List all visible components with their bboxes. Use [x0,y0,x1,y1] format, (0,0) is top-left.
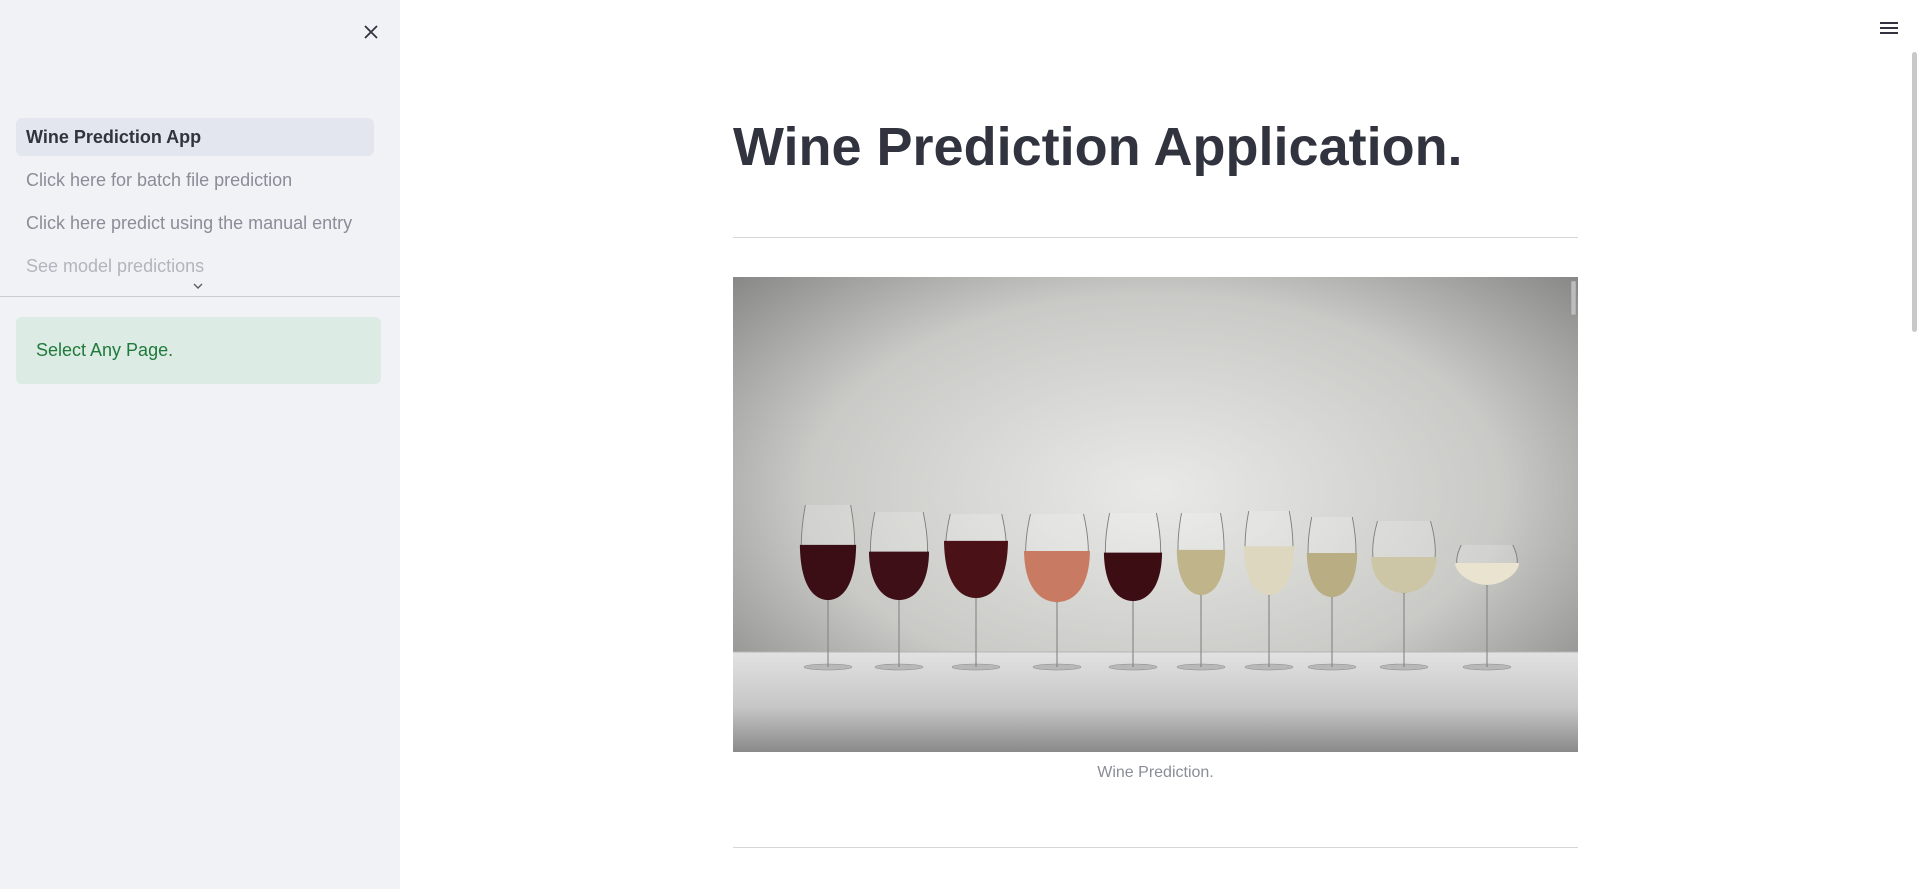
nav-item-wine-prediction-app[interactable]: Wine Prediction App [16,118,374,156]
nav-item-label: Click here for batch file prediction [26,170,293,190]
page-title: Wine Prediction Application. [733,117,1463,177]
divider [733,237,1578,238]
wine-glasses-image [733,277,1578,752]
nav-item-label: Wine Prediction App [26,127,202,147]
hamburger-menu-icon [1880,22,1898,34]
chevron-down-icon [193,283,203,289]
main-menu-button[interactable] [1875,16,1903,40]
success-alert: Select Any Page. [16,317,381,384]
scrollbar[interactable] [1912,52,1917,332]
image-caption: Wine Prediction. [1097,764,1214,781]
divider [733,847,1578,848]
sidebar-divider [0,296,400,297]
sidebar: Wine Prediction App Click here for batch… [0,0,400,889]
nav-item-label: Click here predict using the manual entr… [26,213,353,233]
nav-item-batch-file-prediction[interactable]: Click here for batch file prediction [16,161,374,199]
close-icon [364,25,378,39]
nav-item-manual-entry[interactable]: Click here predict using the manual entr… [16,204,374,242]
alert-text: Select Any Page. [36,340,174,360]
nav-expand-button[interactable] [190,280,206,292]
sidebar-nav: Wine Prediction App Click here for batch… [16,118,374,290]
main-content: Wine Prediction Application. Wine Predic… [400,0,1917,889]
close-sidebar-button[interactable] [355,16,387,48]
nav-item-label: See model predictions [26,256,205,276]
